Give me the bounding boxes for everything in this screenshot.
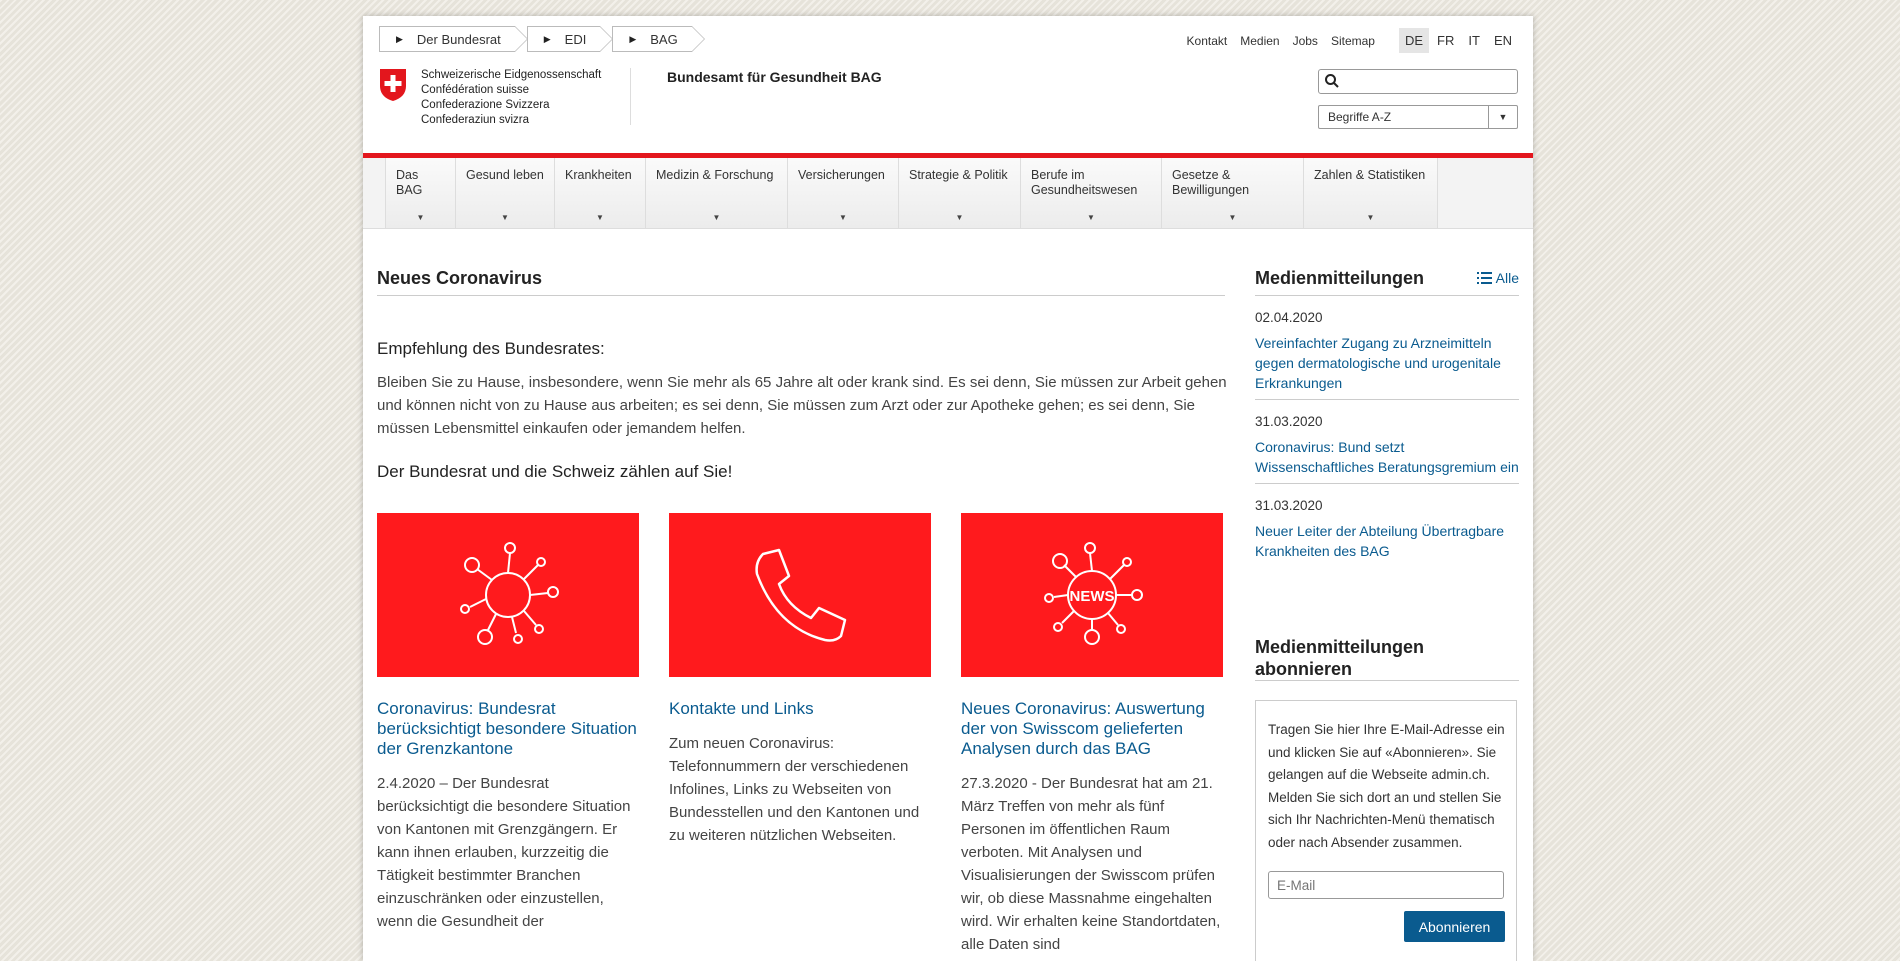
news-item: 31.03.2020 Neuer Leiter der Abteilung Üb… [1255, 484, 1519, 567]
recommendation-title: Empfehlung des Bundesrates: [377, 339, 605, 358]
subscribe-text: Tragen Sie hier Ihre E-Mail-Adresse ein … [1268, 722, 1505, 850]
top-links: Kontakt Medien Jobs Sitemap DE FR IT EN [1174, 28, 1518, 53]
recommendation-cta: Der Bundesrat und die Schweiz zählen auf… [377, 462, 733, 481]
virus-icon [460, 542, 559, 645]
card-kontakte: Kontakte und Links Zum neuen Coronavirus… [669, 513, 931, 847]
news-link[interactable]: Neuer Leiter der Abteilung Übertragbare … [1255, 521, 1519, 561]
jobs-link[interactable]: Jobs [1293, 34, 1318, 48]
nav-item[interactable]: Versicherungen ▼ [787, 158, 898, 228]
card-swisscom: NEWS Neues Coronavirus: Auswertung der v… [961, 513, 1223, 956]
nav-item[interactable]: Gesetze & Bewilligungen ▼ [1161, 158, 1303, 228]
logo-text: Schweizerische Eidgenossenschaft Confédé… [421, 69, 602, 126]
card-image[interactable] [377, 513, 639, 677]
sitemap-link[interactable]: Sitemap [1331, 34, 1375, 48]
card-text: Zum neuen Coronavirus: Telefonnummern de… [669, 735, 920, 844]
swiss-flag-icon [380, 69, 406, 101]
nav-item-label: Versicherungen [798, 168, 885, 182]
recommendation-text: Bleiben Sie zu Hause, insbesondere, wenn… [377, 374, 1227, 437]
breadcrumb-item-bundesrat[interactable]: ▶ Der Bundesrat [379, 26, 528, 52]
caret-down-icon: ▼ [839, 213, 847, 222]
all-releases-link[interactable]: Alle [1476, 270, 1519, 286]
caret-down-icon: ▼ [1366, 213, 1375, 222]
nav-items: Das BAG ▼ Gesund leben ▼ Krankheiten ▼ Medizin… [385, 158, 1438, 228]
lang-it[interactable]: IT [1462, 28, 1486, 53]
card-image[interactable]: NEWS [961, 513, 1223, 677]
nav-item[interactable]: Gesund leben ▼ [455, 158, 554, 228]
caret-down-icon: ▼ [1087, 213, 1095, 222]
caret-down-icon: ▼ [596, 213, 604, 222]
card-image[interactable] [669, 513, 931, 677]
logo[interactable]: Schweizerische Eidgenossenschaft Confédé… [379, 68, 601, 128]
caret-down-icon: ▼ [955, 213, 964, 222]
card-title-link[interactable]: Neues Coronavirus: Auswertung der von Sw… [961, 699, 1223, 759]
nav-item-label: Gesetze & Bewilligungen [1172, 168, 1250, 197]
department-name: Bundesamt für Gesundheit BAG [667, 69, 882, 85]
medien-link[interactable]: Medien [1240, 34, 1279, 48]
kontakt-link[interactable]: Kontakt [1187, 34, 1228, 48]
breadcrumb: ▶ Der Bundesrat ▶ EDI ▶ BAG [379, 26, 706, 52]
news-link[interactable]: Coronavirus: Bund setzt Wissenschaftlich… [1255, 437, 1519, 477]
nav-item[interactable]: Krankheiten ▼ [554, 158, 645, 228]
nav-item[interactable]: Strategie & Politik ▼ [898, 158, 1020, 228]
caret-down-icon: ▼ [712, 213, 721, 222]
media-releases-title: Medienmitteilungen Alle [1255, 268, 1519, 296]
caret-right-icon: ▶ [543, 33, 551, 44]
nav-item-label: Berufe im Gesundheitswesen [1031, 168, 1138, 197]
page: ▶ Der Bundesrat ▶ EDI ▶ BAG Kontakt Medien … [363, 16, 1533, 961]
news-item: 31.03.2020 Coronavirus: Bund setzt Wisse… [1255, 400, 1519, 484]
caret-right-icon: ▶ [629, 33, 637, 44]
nav-item-label: Gesund leben [466, 168, 544, 182]
nav-item-label: Das BAG [396, 168, 423, 197]
logo-divider [630, 68, 631, 125]
news-date: 31.03.2020 [1255, 498, 1323, 513]
nav-item[interactable]: Zahlen & Statistiken ▼ [1303, 158, 1438, 228]
subscribe-box: Tragen Sie hier Ihre E-Mail-Adresse ein … [1255, 700, 1517, 961]
nav-item-label: Strategie & Politik [909, 168, 1008, 182]
nav-item-label: Krankheiten [565, 168, 632, 182]
news-date: 31.03.2020 [1255, 414, 1323, 429]
lang-en[interactable]: EN [1488, 28, 1518, 53]
breadcrumb-item-bag[interactable]: ▶ BAG [612, 26, 706, 52]
news-virus-icon: NEWS [1044, 542, 1143, 645]
news-date: 02.04.2020 [1255, 310, 1323, 325]
nav-item[interactable]: Berufe im Gesundheitswesen ▼ [1020, 158, 1161, 228]
search-input[interactable] [1318, 69, 1518, 94]
caret-down-icon: ▼ [416, 213, 425, 222]
lang-de[interactable]: DE [1398, 28, 1430, 53]
search-icon [1325, 74, 1339, 88]
list-icon [1476, 272, 1492, 284]
lang-fr[interactable]: FR [1431, 28, 1460, 53]
nav-item-label: Medizin & Forschung [656, 168, 774, 182]
breadcrumb-item-edi[interactable]: ▶ EDI [526, 26, 613, 52]
phone-icon [755, 548, 847, 642]
card-title-link[interactable]: Kontakte und Links [669, 699, 931, 719]
card-grenzkantone: Coronavirus: Bundesrat berücksichtigt be… [377, 513, 639, 933]
terms-select[interactable]: Begriffe A-Z ▼ [1318, 105, 1518, 129]
chevron-down-icon: ▼ [1488, 106, 1517, 128]
card-text: 27.3.2020 - Der Bundesrat hat am 21. Mär… [961, 775, 1221, 953]
caret-right-icon: ▶ [396, 33, 403, 44]
news-link[interactable]: Vereinfachter Zugang zu Arzneimitteln ge… [1255, 333, 1519, 393]
email-field[interactable] [1268, 871, 1504, 899]
nav-item-label: Zahlen & Statistiken [1314, 168, 1426, 182]
main-nav: Das BAG ▼ Gesund leben ▼ Krankheiten ▼ Medizin… [363, 158, 1533, 229]
media-releases: Medienmitteilungen Alle 02.04.2020 Verei… [1255, 268, 1519, 567]
language-switcher: DE FR IT EN [1397, 28, 1518, 53]
subscribe-button[interactable]: Abonnieren [1404, 911, 1505, 942]
nav-item[interactable]: Medizin & Forschung ▼ [645, 158, 787, 228]
caret-down-icon: ▼ [501, 213, 509, 222]
nav-item[interactable]: Das BAG ▼ [385, 158, 455, 228]
caret-down-icon: ▼ [1228, 213, 1237, 222]
news-icon-label: NEWS [1070, 588, 1115, 605]
card-text: 2.4.2020 – Der Bundesrat berücksichtigt … [377, 775, 631, 930]
card-title-link[interactable]: Coronavirus: Bundesrat berücksichtigt be… [377, 699, 639, 759]
news-item: 02.04.2020 Vereinfachter Zugang zu Arzne… [1255, 296, 1519, 400]
page-title: Neues Coronavirus [377, 268, 1225, 296]
subscribe-title: Medienmitteilungen abonnieren [1255, 636, 1519, 681]
